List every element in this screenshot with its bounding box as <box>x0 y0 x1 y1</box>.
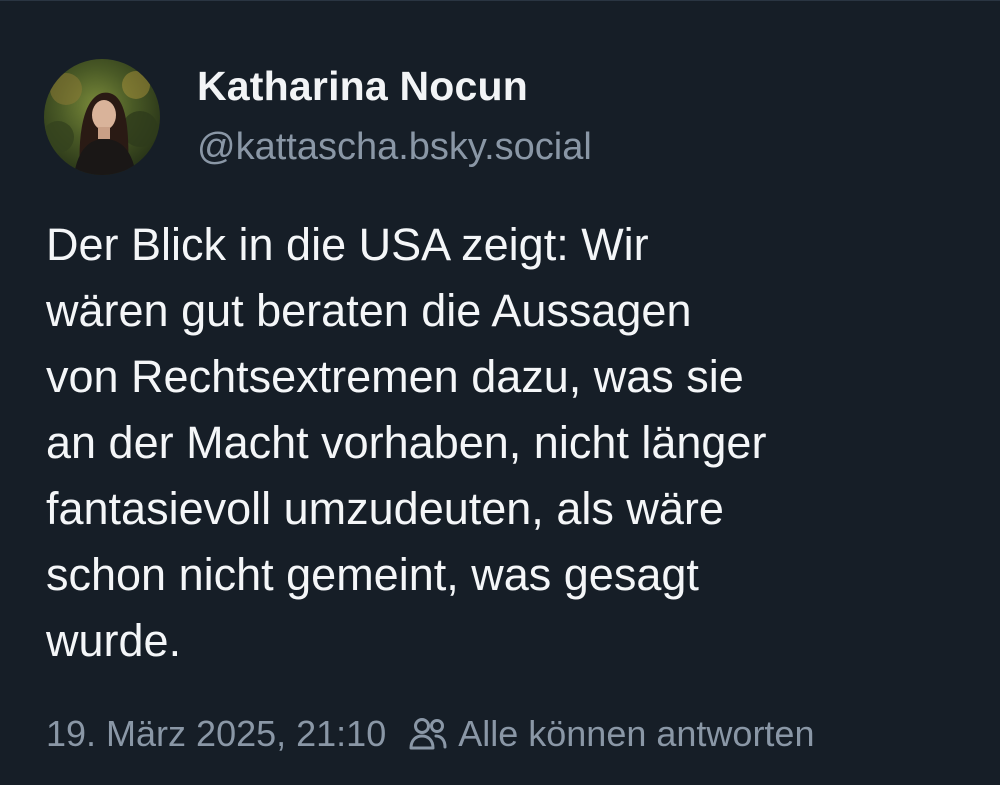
post-text: Der Blick in die USA zeigt: Wir wären gu… <box>46 219 767 666</box>
avatar-image <box>44 59 160 175</box>
avatar[interactable] <box>44 59 160 175</box>
author-handle[interactable]: @kattascha.bsky.social <box>197 126 592 169</box>
post-meta: 19. März 2025, 21:10 Alle können antwort… <box>46 710 814 758</box>
author-display-name[interactable]: Katharina Nocun <box>197 63 528 110</box>
post-timestamp[interactable]: 19. März 2025, 21:10 <box>46 713 386 755</box>
post-card: Katharina Nocun @kattascha.bsky.social D… <box>0 0 1000 785</box>
people-icon <box>408 716 448 752</box>
reply-permission-label[interactable]: Alle können antworten <box>458 713 814 755</box>
